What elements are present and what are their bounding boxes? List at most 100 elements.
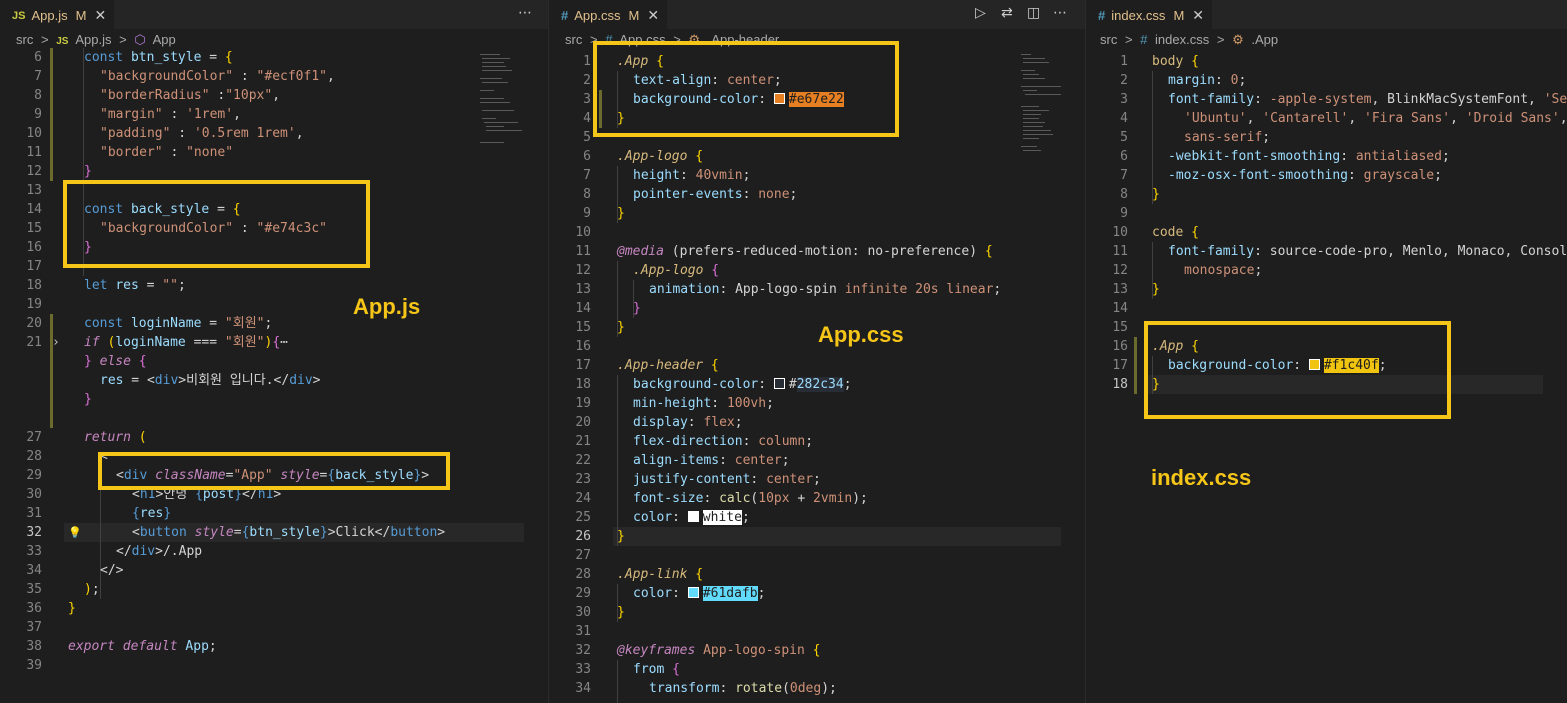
breadcrumb-file[interactable]: index.css xyxy=(1155,32,1209,47)
code-line: <button style={btn_style}>Click</button> xyxy=(132,525,446,540)
breadcrumb-separator: > xyxy=(1216,32,1225,47)
line-number: 17 xyxy=(1112,358,1128,373)
line-number: 6 xyxy=(34,50,42,65)
line-number: 6 xyxy=(583,149,591,164)
code-line: color: #61dafb; xyxy=(633,586,766,601)
tab-bar: # App.css M ✕ ▷ ⇄ ◫ ⋯ xyxy=(549,0,1085,30)
line-number: 7 xyxy=(34,69,42,84)
code-line: pointer-events: none; xyxy=(633,187,798,202)
line-number: 16 xyxy=(575,339,591,354)
line-number: 21 xyxy=(575,434,591,449)
annotation-label-index-css: index.css xyxy=(1151,465,1252,490)
breadcrumb-src[interactable]: src xyxy=(565,32,582,47)
color-swatch-icon[interactable] xyxy=(687,511,699,522)
tab-app-js[interactable]: JS App.js M ✕ xyxy=(0,0,115,30)
close-icon[interactable]: ✕ xyxy=(94,7,106,24)
breadcrumb-symbol[interactable]: .App xyxy=(1251,32,1278,47)
line-number: 29 xyxy=(26,468,42,483)
code-line: @keyframes App-logo-spin { xyxy=(617,643,821,658)
code-line: font-family: source-code-pro, Menlo, Mon… xyxy=(1168,244,1567,259)
lightbulb-icon[interactable]: 💡 xyxy=(68,523,82,542)
line-number: 20 xyxy=(575,415,591,430)
code-line: display: flex; xyxy=(633,415,743,430)
fold-chevron-icon[interactable]: › xyxy=(52,333,60,352)
modified-badge: M xyxy=(75,8,87,23)
highlight-box-div-style xyxy=(98,452,450,490)
breadcrumb-symbol[interactable]: App xyxy=(153,32,176,47)
code-line: font-family: -apple-system, BlinkMacSyst… xyxy=(1168,92,1567,107)
line-number: 2 xyxy=(583,73,591,88)
tab-index-css[interactable]: # index.css M ✕ xyxy=(1086,0,1213,30)
line-number: 15 xyxy=(575,320,591,335)
editor-pane-index-css: # index.css M ✕ src > # index.css > ⚙ .A… xyxy=(1086,0,1567,703)
symbol-selector-icon: ⚙ xyxy=(1232,32,1244,47)
line-number: 36 xyxy=(26,601,42,616)
compare-changes-icon[interactable]: ⇄ xyxy=(1001,5,1013,21)
line-number: 4 xyxy=(1120,111,1128,126)
close-icon[interactable]: ✕ xyxy=(647,7,659,24)
code-line: @media (prefers-reduced-motion: no-prefe… xyxy=(617,244,993,259)
line-number: 16 xyxy=(26,240,42,255)
line-number: 15 xyxy=(1112,320,1128,335)
line-number: 12 xyxy=(575,263,591,278)
code-line: align-items: center; xyxy=(633,453,790,468)
more-actions-icon[interactable]: ⋯ xyxy=(518,5,532,21)
more-actions-icon[interactable]: ⋯ xyxy=(1053,5,1067,21)
modified-badge: M xyxy=(1173,8,1185,23)
breadcrumb: src > # index.css > ⚙ .App xyxy=(1100,32,1567,52)
indent-guide xyxy=(617,660,618,703)
line-number: 1 xyxy=(1120,54,1128,69)
code-line: if (loginName === "회원"){⋯ xyxy=(84,335,288,350)
git-change-bar xyxy=(50,48,53,181)
line-number: 20 xyxy=(26,316,42,331)
line-number: 11 xyxy=(575,244,591,259)
color-swatch-icon[interactable] xyxy=(687,587,699,598)
code-line: "padding" : '0.5rem 1rem', xyxy=(100,126,304,141)
line-number: 10 xyxy=(575,225,591,240)
code-line: .App-logo { xyxy=(633,263,720,278)
minimap[interactable] xyxy=(478,52,528,172)
line-number: 38 xyxy=(26,639,42,654)
git-change-bar xyxy=(1134,337,1137,394)
minimap[interactable] xyxy=(1019,52,1069,172)
line-number: 9 xyxy=(34,107,42,122)
js-file-icon: JS xyxy=(12,9,26,22)
code-line: const btn_style = { xyxy=(84,50,233,65)
code-line: const loginName = "회원"; xyxy=(84,316,273,331)
line-number: 7 xyxy=(583,168,591,183)
highlight-box-back-style xyxy=(63,180,370,268)
breadcrumb-file[interactable]: App.js xyxy=(75,32,111,47)
line-number: 9 xyxy=(1120,206,1128,221)
line-number: 33 xyxy=(575,662,591,677)
line-number: 11 xyxy=(26,145,42,160)
indent-guide xyxy=(617,375,618,546)
css-file-icon: # xyxy=(1140,32,1148,47)
line-number: 5 xyxy=(1120,130,1128,145)
code-line: </div>/.App xyxy=(116,544,203,559)
line-number xyxy=(0,390,42,409)
line-number: 14 xyxy=(1112,301,1128,316)
tab-app-css[interactable]: # App.css M ✕ xyxy=(549,0,668,30)
line-number: 17 xyxy=(26,259,42,274)
code-line: 'Ubuntu', 'Cantarell', 'Fira Sans', 'Dro… xyxy=(1184,111,1567,126)
color-swatch-icon[interactable] xyxy=(773,378,785,389)
run-icon[interactable]: ▷ xyxy=(975,5,986,21)
breadcrumb-src[interactable]: src xyxy=(1100,32,1117,47)
editor-pane-app-css: # App.css M ✕ ▷ ⇄ ◫ ⋯ src > # App.css > … xyxy=(549,0,1085,703)
css-file-icon: # xyxy=(1098,8,1106,23)
line-number: 19 xyxy=(575,396,591,411)
split-editor-icon[interactable]: ◫ xyxy=(1027,5,1040,21)
close-icon[interactable]: ✕ xyxy=(1192,7,1204,24)
line-number: 30 xyxy=(575,605,591,620)
line-number xyxy=(0,352,42,371)
line-number: 34 xyxy=(575,681,591,696)
code-line: -webkit-font-smoothing: antialiased; xyxy=(1168,149,1450,164)
git-change-bar xyxy=(50,314,53,428)
line-number: 16 xyxy=(1112,339,1128,354)
line-number: 12 xyxy=(26,164,42,179)
line-number: 37 xyxy=(26,620,42,635)
breadcrumb-src[interactable]: src xyxy=(16,32,33,47)
annotation-label-app-css: App.css xyxy=(818,322,904,347)
code-line: } xyxy=(84,164,92,179)
line-number: 18 xyxy=(575,377,591,392)
